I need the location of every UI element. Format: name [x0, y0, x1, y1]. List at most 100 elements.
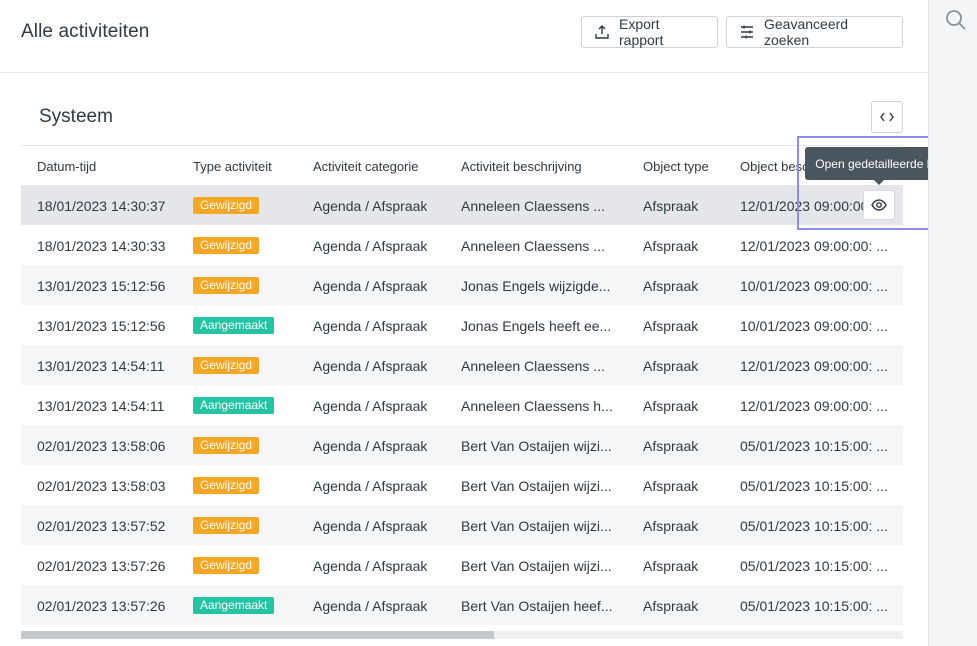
table-cell: 10/01/2023 09:00:00: ... [740, 318, 888, 334]
column-header-object-type[interactable]: Object type [643, 159, 709, 174]
status-badge: Gewijzigd [193, 277, 260, 294]
code-icon [880, 112, 894, 122]
table-cell: 02/01/2023 13:58:03 [37, 478, 166, 494]
column-header-activiteit-categorie[interactable]: Activiteit categorie [313, 159, 419, 174]
main-panel: Alle activiteiten Export rapport Geavanc… [0, 0, 966, 646]
table-cell: Agenda / Afspraak [313, 478, 428, 494]
table-row[interactable]: 02/01/2023 13:57:26 Gewijzigd Agenda / Afs… [21, 545, 903, 585]
horizontal-scrollbar[interactable] [21, 631, 903, 639]
table-cell: Afspraak [643, 238, 699, 254]
table-cell: Afspraak [643, 438, 699, 454]
table-row[interactable]: 13/01/2023 14:54:11 Gewijzigd Agenda / Afs… [21, 345, 903, 385]
table-cell: Bert Van Ostaijen wijzi... [461, 478, 612, 494]
table-cell: Agenda / Afspraak [313, 518, 428, 534]
export-report-button[interactable]: Export rapport [581, 16, 718, 48]
search-icon[interactable] [945, 9, 967, 31]
table-cell: Afspraak [643, 598, 699, 614]
table-cell: Agenda / Afspraak [313, 598, 428, 614]
eye-icon [871, 199, 887, 211]
table-header: Datum-tijd Type activiteit Activiteit ca… [21, 145, 903, 185]
sliders-icon [741, 25, 753, 39]
table-cell: 02/01/2023 13:58:06 [37, 438, 166, 454]
table-body: 18/01/2023 14:30:37 Gewijzigd Agenda / Afs… [21, 185, 903, 625]
table-row[interactable]: 13/01/2023 15:12:56 Gewijzigd Agenda / Afs… [21, 265, 903, 305]
column-header-datum-tijd[interactable]: Datum-tijd [37, 159, 96, 174]
advanced-search-button[interactable]: Geavanceerd zoeken [726, 16, 903, 48]
table-row[interactable]: 18/01/2023 14:30:33 Gewijzigd Agenda / Afs… [21, 225, 903, 265]
table-row[interactable]: 02/01/2023 13:57:26 Aangemaakt Agenda / Af… [21, 585, 903, 625]
table-cell: Anneleen Claessens h... [461, 398, 613, 414]
section-title: Systeem [39, 106, 113, 127]
table-cell: Anneleen Claessens ... [461, 198, 605, 214]
table-row[interactable]: 02/01/2023 13:58:06 Gewijzigd Agenda / Afs… [21, 425, 903, 465]
table-row[interactable]: 02/01/2023 13:58:03 Gewijzigd Agenda / Afs… [21, 465, 903, 505]
table-cell: Agenda / Afspraak [313, 238, 428, 254]
table-cell: Agenda / Afspraak [313, 278, 428, 294]
upload-icon [595, 25, 609, 39]
table-cell: 18/01/2023 14:30:37 [37, 198, 166, 214]
table-row[interactable]: 02/01/2023 13:57:52 Gewijzigd Agenda / Afs… [21, 505, 903, 545]
open-log-button[interactable] [863, 190, 895, 220]
advanced-search-label: Geavanceerd zoeken [764, 16, 849, 48]
table-cell: 18/01/2023 14:30:33 [37, 238, 166, 254]
page-header: Alle activiteiten Export rapport Geavanc… [0, 0, 928, 73]
table-cell: 05/01/2023 10:15:00: ... [740, 598, 888, 614]
right-rail [928, 0, 977, 646]
status-badge: Aangemaakt [193, 397, 275, 414]
table-cell: Afspraak [643, 318, 699, 334]
table-cell: Bert Van Ostaijen wijzi... [461, 438, 612, 454]
table-cell: Afspraak [643, 358, 699, 374]
table-cell: Agenda / Afspraak [313, 398, 428, 414]
table-cell: Bert Van Ostaijen wijzi... [461, 558, 612, 574]
table-cell: 13/01/2023 15:12:56 [37, 318, 166, 334]
table-row[interactable]: 13/01/2023 15:12:56 Aangemaakt Agenda / Af… [21, 305, 903, 345]
table-cell: Afspraak [643, 558, 699, 574]
column-header-activiteit-beschrijving[interactable]: Activiteit beschrijving [461, 159, 613, 174]
table-cell: 05/01/2023 10:15:00: ... [740, 518, 888, 534]
table-cell: 12/01/2023 09:00:00: ... [740, 238, 888, 254]
table-cell: Agenda / Afspraak [313, 358, 428, 374]
table-row[interactable]: 13/01/2023 14:54:11 Aangemaakt Agenda / Af… [21, 385, 903, 425]
table-cell: Afspraak [643, 278, 699, 294]
status-badge: Aangemaakt [193, 597, 275, 614]
toggle-columns-button[interactable] [871, 101, 903, 133]
table-cell: 10/01/2023 09:00:00: ... [740, 278, 888, 294]
table-cell: 12/01/2023 09:00:00: ... [740, 398, 888, 414]
column-header-type-activiteit[interactable]: Type activiteit [193, 159, 272, 174]
table-cell: Bert Van Ostaijen heef... [461, 598, 613, 614]
table-cell: Afspraak [643, 518, 699, 534]
table-cell: Jonas Engels wijzigde... [461, 278, 611, 294]
table-cell: 05/01/2023 10:15:00: ... [740, 558, 888, 574]
page-title: Alle activiteiten [21, 21, 150, 42]
table-cell: 02/01/2023 13:57:26 [37, 558, 166, 574]
table-cell: Agenda / Afspraak [313, 318, 428, 334]
table-cell: Afspraak [643, 478, 699, 494]
table-cell: Agenda / Afspraak [313, 438, 428, 454]
table-cell: Anneleen Claessens ... [461, 238, 605, 254]
table-cell: 13/01/2023 15:12:56 [37, 278, 166, 294]
table-cell: Agenda / Afspraak [313, 558, 428, 574]
tooltip-arrow [874, 180, 884, 185]
table-cell: Anneleen Claessens ... [461, 358, 605, 374]
scrollbar-thumb[interactable] [21, 631, 494, 639]
table-cell: 05/01/2023 10:15:00: ... [740, 478, 888, 494]
table-cell: Agenda / Afspraak [313, 198, 428, 214]
table-cell: 12/01/2023 09:00:00: ... [740, 358, 888, 374]
table-cell: 02/01/2023 13:57:52 [37, 518, 166, 534]
status-badge: Gewijzigd [193, 477, 260, 494]
status-badge: Gewijzigd [193, 197, 260, 214]
table-cell: 13/01/2023 14:54:11 [37, 358, 165, 374]
activity-table: Datum-tijd Type activiteit Activiteit ca… [21, 145, 903, 625]
table-cell: Bert Van Ostaijen wijzi... [461, 518, 612, 534]
export-report-label: Export rapport [619, 16, 664, 48]
table-cell: 13/01/2023 14:54:11 [37, 398, 165, 414]
table-cell: Jonas Engels heeft ee... [461, 318, 612, 334]
table-row[interactable]: 18/01/2023 14:30:37 Gewijzigd Agenda / Afs… [21, 185, 903, 225]
status-badge: Gewijzigd [193, 517, 260, 534]
status-badge: Gewijzigd [193, 557, 260, 574]
status-badge: Gewijzigd [193, 357, 260, 374]
table-cell: 02/01/2023 13:57:26 [37, 598, 166, 614]
status-badge: Gewijzigd [193, 437, 260, 454]
table-cell: Afspraak [643, 198, 699, 214]
status-badge: Gewijzigd [193, 237, 260, 254]
